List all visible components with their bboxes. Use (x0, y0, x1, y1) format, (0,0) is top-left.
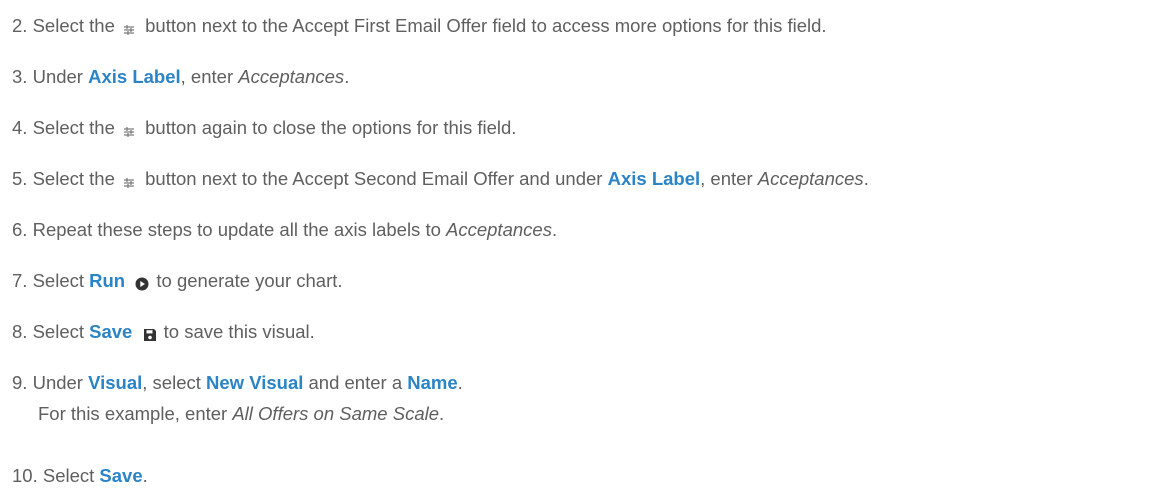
step-text: to save this visual. (163, 321, 315, 342)
step-number: 9. (12, 372, 28, 393)
ui-term-axis-label: Axis Label (88, 66, 181, 87)
step-text: , enter (180, 66, 234, 87)
value-text: Acceptances (757, 168, 864, 189)
step-5: 5. Select the button next to the Accept … (12, 167, 869, 191)
step-3: 3. Under Axis Label, enter Acceptances. (12, 65, 349, 89)
step-number: 4. (12, 117, 28, 138)
ui-term-save: Save (99, 465, 143, 486)
step-text: to generate your chart. (156, 270, 343, 291)
play-circle-icon (135, 273, 149, 291)
step-text: Under (32, 372, 83, 393)
step-text: For this example, enter (38, 403, 228, 424)
step-text: , enter (700, 168, 753, 189)
step-number: 5. (12, 168, 28, 189)
step-7: 7. Select Run to generate your chart. (12, 269, 343, 293)
step-9: 9. Under Visual, select New Visual and e… (12, 371, 463, 395)
ui-term-axis-label: Axis Label (607, 168, 701, 189)
step-text: Under (32, 66, 83, 87)
tune-icon (123, 120, 135, 138)
step-text: button next to the Accept First Email Of… (145, 15, 827, 36)
step-8: 8. Select Save to save this visual. (12, 320, 315, 344)
ui-term-visual: Visual (88, 372, 143, 393)
step-4: 4. Select the button again to close the … (12, 116, 516, 140)
step-text: Select (42, 465, 95, 486)
step-text: Repeat these steps to update all the axi… (32, 219, 441, 240)
step-text: . (344, 66, 350, 87)
step-text: Select (32, 321, 84, 342)
step-text: and enter a (308, 372, 403, 393)
step-text: Select the (32, 15, 115, 36)
instruction-steps: 2. Select the button next to the Accept … (0, 0, 1158, 502)
step-number: 6. (12, 219, 28, 240)
step-text: Select the (32, 117, 115, 138)
ui-term-new-visual: New Visual (206, 372, 304, 393)
step-6: 6. Repeat these steps to update all the … (12, 218, 557, 242)
tune-icon (123, 18, 135, 36)
ui-term-name: Name (407, 372, 458, 393)
step-text: . (863, 168, 869, 189)
step-text: button again to close the options for th… (145, 117, 517, 138)
step-number: 7. (12, 270, 28, 291)
value-text: Acceptances (446, 219, 552, 240)
step-text: . (551, 219, 558, 240)
step-text: Select the (32, 168, 115, 189)
floppy-disk-icon (143, 324, 157, 342)
step-text: , select (142, 372, 201, 393)
step-9-example: For this example, enter All Offers on Sa… (38, 402, 444, 426)
step-number: 3. (12, 66, 28, 87)
tune-icon (123, 171, 135, 189)
ui-term-run: Run (89, 270, 126, 291)
value-text: All Offers on Same Scale (232, 403, 440, 424)
ui-term-save: Save (89, 321, 133, 342)
value-text: Acceptances (238, 66, 345, 87)
step-text: button next to the Accept Second Email O… (145, 168, 603, 189)
step-text: Select (32, 270, 84, 291)
step-text: . (439, 403, 445, 424)
step-text: . (457, 372, 463, 393)
step-number: 10. (12, 465, 38, 486)
step-number: 8. (12, 321, 28, 342)
step-10: 10. Select Save. (12, 464, 148, 488)
step-text: . (142, 465, 148, 486)
step-number: 2. (12, 15, 28, 36)
step-2: 2. Select the button next to the Accept … (12, 14, 827, 38)
